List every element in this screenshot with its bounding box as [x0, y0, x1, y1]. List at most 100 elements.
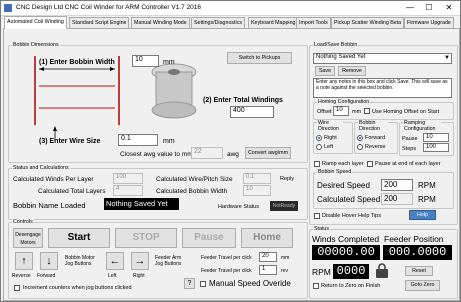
closest-awg-label: Closest awg value to mm	[120, 151, 193, 158]
offset-label: Offset	[317, 109, 332, 115]
remove-button[interactable]: Remove	[338, 66, 366, 76]
winds-per-layer-label: Calculated Winds Per Layer	[13, 176, 94, 183]
feeder-travel-rev-unit: rev	[281, 268, 288, 274]
total-windings-label: (2) Enter Total Windings	[203, 97, 283, 104]
group-title: Bobbin Dimensions	[12, 42, 60, 48]
group-title: Controls	[12, 219, 34, 225]
tab-manual-winding-mode[interactable]: Manual Winding Mode	[131, 17, 190, 28]
bobbin-width-unit: mm	[163, 59, 175, 66]
total-layers-label: Calculated Total Layers	[38, 188, 106, 195]
ramp-each-layer-checkbox[interactable]	[314, 161, 320, 167]
group-title: Homing Configuration	[317, 99, 371, 105]
maximize-button[interactable]: ☐	[420, 2, 438, 13]
increment-counters-label: Increment counters when jog buttons clic…	[23, 285, 132, 291]
switch-to-pickups-button[interactable]: Switch to Pickups	[227, 52, 292, 64]
disable-hover-label: Disable Hover Help Tips	[322, 213, 381, 219]
feeder-travel-rev-label: Feeder Travel per click	[201, 268, 252, 274]
reverse-label: Reverse	[12, 273, 31, 279]
group-title: Status	[313, 226, 331, 232]
jog-left-button[interactable]: ←	[106, 252, 124, 270]
calc-bobbin-width-value: 10	[243, 185, 271, 196]
pause-input[interactable]: 10	[423, 133, 449, 142]
minimize-button[interactable]: —	[401, 2, 419, 13]
disable-hover-checkbox[interactable]	[314, 213, 320, 219]
manual-speed-override-checkbox[interactable]	[200, 281, 206, 287]
feeder-travel-rev-input[interactable]: 1	[259, 265, 277, 275]
tab-standard-script-engine[interactable]: Standard Script Engine	[69, 17, 130, 28]
close-button[interactable]: ✕	[440, 2, 458, 13]
tab-automated-coil-winding[interactable]: Automated Coil Winding	[4, 16, 67, 29]
start-button[interactable]: Start	[48, 228, 110, 248]
wire-pitch-value: 0.1	[243, 173, 271, 184]
bobbin-jog-label: Bobbin Motor Jog Buttons	[65, 255, 95, 267]
wire-right-label: Right	[324, 135, 337, 141]
tab-firmware-upgrade[interactable]: Firmware Upgrade	[404, 17, 454, 28]
bobbin-select[interactable]: Nothing Saved Yet	[313, 53, 452, 64]
desired-speed-input[interactable]: 200	[381, 179, 413, 191]
bobbin-spool-icon	[151, 63, 197, 119]
total-windings-input[interactable]: 400	[230, 106, 274, 118]
offset-input[interactable]: 10	[333, 106, 349, 116]
wire-right-radio[interactable]	[316, 135, 322, 141]
group-title: Ramping Configuration	[403, 120, 441, 132]
desired-speed-label: Desired Speed	[317, 181, 370, 190]
calculated-speed-value: 200	[381, 193, 413, 205]
pause-button[interactable]: Pause	[182, 228, 236, 248]
bobbin-reverse-radio[interactable]	[357, 144, 363, 150]
home-button[interactable]: Home	[241, 228, 293, 248]
help-button[interactable]: Help	[409, 210, 436, 220]
disengage-motors-button[interactable]: Desengage Motors	[13, 228, 43, 248]
wire-left-radio[interactable]	[316, 144, 322, 150]
title-bar: CNC Design Ltd CNC Coil Winder for ARM C…	[1, 1, 460, 16]
group-title: Status and Calculations	[12, 165, 70, 171]
group-title: Load/Save Bobbin	[313, 42, 359, 48]
feeder-travel-mm-input[interactable]: 20	[259, 252, 277, 262]
closest-awg-value: 22	[191, 147, 223, 159]
offset-unit: mm	[352, 109, 362, 115]
convert-awg-button[interactable]: Convert awg\mm	[245, 147, 291, 159]
goto-zero-button[interactable]: Goto Zero	[405, 280, 440, 291]
closest-awg-unit: awg	[227, 151, 239, 158]
increment-counters-checkbox[interactable]	[14, 285, 20, 291]
feeder-position-label: Feeder Position	[384, 234, 444, 244]
ramp-each-layer-label: Ramp each layer	[322, 161, 364, 167]
app-window: CNC Design Ltd CNC Coil Winder for ARM C…	[0, 0, 461, 302]
window-title: CNC Design Ltd CNC Coil Winder for ARM C…	[16, 4, 201, 11]
reply-label: Reply	[280, 176, 295, 182]
steps-input[interactable]: 100	[423, 143, 449, 152]
wire-size-label: (3) Enter Wire Size	[39, 138, 101, 145]
use-homing-checkbox[interactable]	[364, 108, 370, 114]
jog-down-button[interactable]: ↓	[40, 252, 58, 270]
bobbin-name-loaded-value: Nothing Saved Yet	[104, 198, 179, 210]
tab-settings-diagnostics[interactable]: Settings/Diagnostics	[191, 17, 245, 28]
wire-size-input[interactable]: 0.1	[118, 134, 158, 146]
winds-completed-label: Winds Completed	[312, 234, 380, 244]
reset-button[interactable]: Reset	[405, 266, 433, 276]
bobbin-forward-radio[interactable]	[357, 135, 363, 141]
notes-textarea[interactable]: Enter any notes in this box and click Sa…	[313, 78, 452, 98]
jog-up-button[interactable]: ↑	[15, 252, 33, 270]
feeder-travel-label: Feeder Travel per click	[201, 255, 252, 261]
steps-label: Steps	[402, 146, 417, 152]
jog-right-button[interactable]: →	[131, 252, 149, 270]
pause-label: Pause	[402, 136, 418, 142]
winds-completed-value: 00000.00	[312, 245, 380, 260]
return-zero-checkbox[interactable]	[313, 283, 319, 289]
forward-label: Forward	[37, 273, 56, 279]
pause-each-layer-label: Pause at end of each layer	[375, 161, 441, 167]
tab-import-tools[interactable]: Import Tools	[296, 17, 331, 28]
bobbin-width-input[interactable]: 10	[132, 55, 159, 67]
rpm-value: 0000	[333, 264, 369, 279]
feeder-position-value: 000.0000	[383, 245, 452, 260]
wire-left-label: Left	[324, 144, 334, 150]
tab-keyboard-mapping[interactable]: Keyboard Mapping	[248, 17, 299, 28]
use-homing-label: Use Homing Offset on Start	[372, 109, 440, 115]
tab-pickup-scatter[interactable]: Pickup Scatter Winding Beta	[331, 17, 405, 28]
pause-each-layer-checkbox[interactable]	[367, 161, 373, 167]
group-title: Wire Direction	[317, 120, 343, 132]
save-button[interactable]: Save	[315, 66, 335, 76]
lock-icon[interactable]	[375, 263, 389, 279]
wire-pitch-label: Calculated Wire/Pitch Size	[156, 176, 233, 183]
stop-button[interactable]: STOP	[115, 228, 177, 248]
help-question-button[interactable]: ?	[184, 278, 195, 289]
